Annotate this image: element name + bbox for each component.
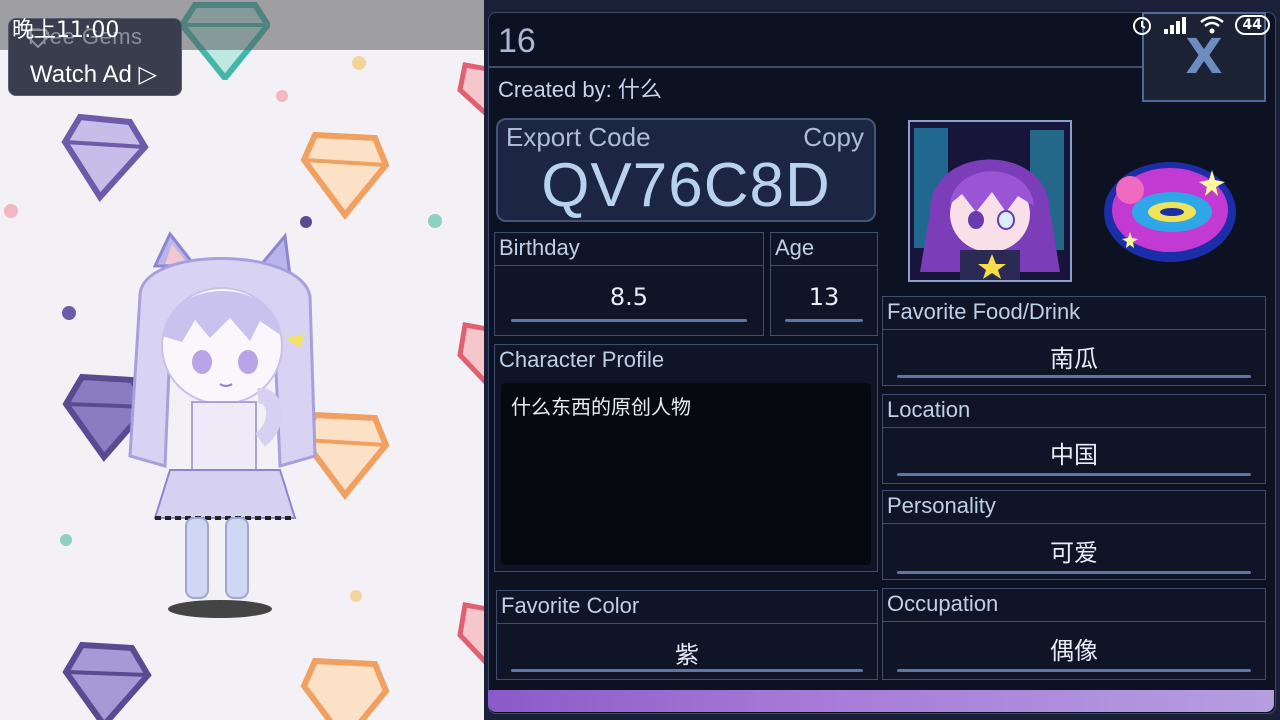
signal-icon [1163, 17, 1186, 34]
gem-decoration [61, 113, 149, 202]
export-code-value: QV76C8D [541, 151, 831, 220]
personality-underline [897, 571, 1251, 574]
clock: 晚上11:00 [12, 18, 120, 43]
profile-panel: 16 Created by: 什么 X 44 Export Code Copy … [484, 0, 1280, 720]
personality-value: 可爱 [1050, 539, 1098, 567]
favorite-color-field[interactable]: Favorite Color 紫 [496, 590, 878, 680]
gem-decoration [457, 62, 484, 116]
personality-field[interactable]: Personality 可爱 [882, 490, 1266, 580]
age-label: Age [775, 235, 815, 260]
export-code-box: Export Code Copy QV76C8D [496, 118, 876, 222]
copy-button[interactable]: Copy [803, 122, 864, 153]
gem-decoration [457, 602, 484, 665]
wifi-icon [1199, 16, 1224, 34]
created-by-value: 什么 [617, 77, 662, 102]
favorite-color-label: Favorite Color [501, 593, 640, 618]
occupation-field[interactable]: Occupation 偶像 [882, 588, 1266, 680]
panel-bottom-bar [488, 690, 1274, 712]
created-by: Created by: 什么 [498, 72, 662, 104]
occupation-underline [897, 669, 1251, 672]
age-field[interactable]: Age 13 [770, 232, 878, 336]
favorite-color-value: 紫 [675, 641, 699, 669]
battery-icon: 44 [1234, 15, 1270, 35]
favorite-food-field[interactable]: Favorite Food/Drink 南瓜 [882, 296, 1266, 386]
gem-decoration [457, 322, 484, 385]
location-label: Location [887, 397, 971, 422]
occupation-value: 偶像 [1050, 637, 1098, 665]
age-underline [785, 319, 863, 322]
character-illustration [128, 231, 317, 618]
location-value: 中国 [1050, 441, 1098, 469]
close-icon[interactable]: X [1185, 29, 1222, 85]
character-scene [0, 0, 484, 720]
birthday-underline [511, 319, 747, 322]
birthday-label: Birthday [499, 235, 580, 260]
export-code-label: Export Code [506, 122, 651, 152]
character-profile-label: Character Profile [499, 347, 665, 372]
character-number: 16 [498, 22, 536, 60]
favorite-food-value: 南瓜 [1050, 345, 1098, 373]
favorite-food-underline [897, 375, 1251, 378]
birthday-field[interactable]: Birthday 8.5 [494, 232, 764, 336]
occupation-label: Occupation [887, 591, 999, 616]
gem-decoration [62, 641, 152, 720]
personality-label: Personality [887, 493, 996, 518]
age-value: 13 [808, 283, 840, 311]
galaxy-sticker-icon [1104, 162, 1236, 262]
system-icons: 44 [1131, 14, 1270, 36]
location-underline [897, 473, 1251, 476]
created-by-label: Created by: [498, 77, 612, 102]
watch-ad-button[interactable]: Watch Ad ▷ [30, 60, 157, 89]
character-profile-textarea[interactable]: 什么东西的原创人物 [501, 383, 871, 565]
location-field[interactable]: Location 中国 [882, 394, 1266, 484]
birthday-value: 8.5 [609, 283, 649, 311]
character-portrait[interactable] [908, 120, 1072, 282]
title-divider [488, 66, 1144, 68]
character-profile-text: 什么东西的原创人物 [511, 395, 691, 419]
gem-decoration [300, 131, 390, 220]
favorite-food-label: Favorite Food/Drink [887, 299, 1081, 324]
alarm-icon [1132, 17, 1151, 35]
gem-decoration [300, 657, 390, 720]
portrait-image [910, 122, 1070, 280]
favorite-color-underline [511, 669, 863, 672]
character-profile-field[interactable]: Character Profile 什么东西的原创人物 [494, 344, 878, 572]
